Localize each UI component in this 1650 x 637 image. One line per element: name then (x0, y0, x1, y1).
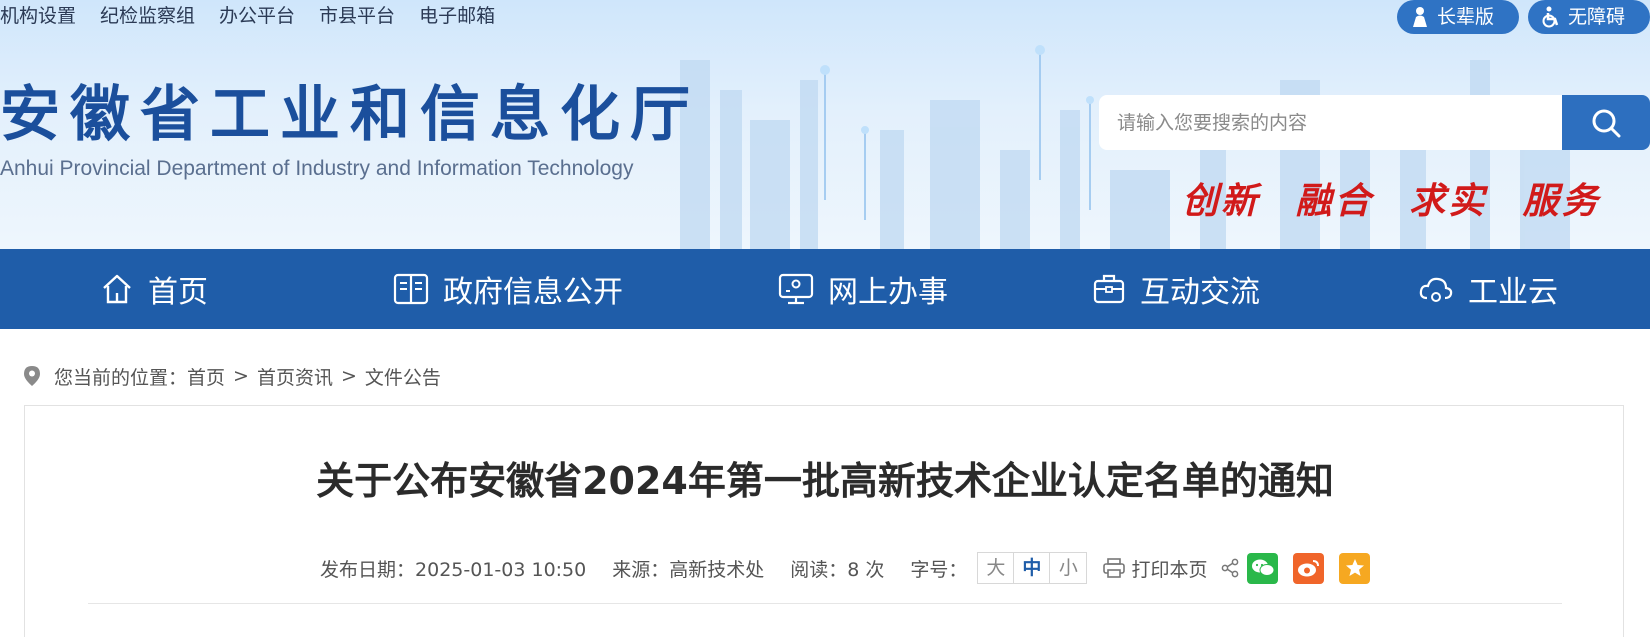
search-icon (1592, 109, 1621, 137)
share-icon (1222, 558, 1239, 578)
book-icon (393, 273, 429, 305)
cloud-gear-icon (1419, 277, 1453, 302)
font-size-medium[interactable]: 中 (1014, 553, 1051, 583)
nav-cloud-label: 工业云 (1468, 275, 1558, 310)
nav-online-label: 网上办事 (828, 275, 948, 310)
article-title: 关于公布安徽省2024年第一批高新技术企业认定名单的通知 (316, 459, 1334, 503)
source-value: 高新技术处 (669, 558, 765, 581)
publish-date-value: 2025-01-03 10:50 (415, 558, 587, 581)
nav-interaction[interactable]: 互动交流 (1092, 249, 1260, 329)
breadcrumb-news[interactable]: 首页资讯 (257, 363, 333, 390)
top-link-office[interactable]: 办公平台 (219, 2, 295, 30)
accessibility-button[interactable]: 无障碍 (1528, 0, 1650, 34)
weibo-icon (1297, 560, 1319, 577)
nav-home-label: 首页 (148, 275, 208, 310)
breadcrumb-separator: > (340, 365, 357, 387)
main-navigation: 首页 政府信息公开 网上办事 互动交流 工业云 (0, 249, 1650, 329)
font-size-label: 字号： (910, 558, 968, 581)
publish-date-label: 发布日期： (320, 558, 416, 581)
breadcrumb: 您当前的位置： 首页 > 首页资讯 > 文件公告 (24, 362, 441, 390)
nav-gov-info[interactable]: 政府信息公开 (393, 249, 623, 329)
location-pin-icon (24, 366, 40, 386)
site-slogan: 创新 融合 求实 服务 (1182, 180, 1601, 222)
nav-online-services[interactable]: 网上办事 (778, 249, 948, 329)
nav-gov-info-label: 政府信息公开 (443, 275, 623, 310)
top-link-county[interactable]: 市县平台 (319, 2, 395, 30)
article-source: 来源：高新技术处 (612, 555, 764, 582)
font-size-large[interactable]: 大 (978, 553, 1015, 583)
search-input[interactable] (1099, 95, 1562, 150)
elder-mode-button[interactable]: 长辈版 (1397, 0, 1519, 34)
nav-home[interactable]: 首页 (100, 249, 208, 329)
views-value: 8 次 (847, 558, 885, 581)
breadcrumb-notices[interactable]: 文件公告 (365, 363, 441, 390)
font-size-small[interactable]: 小 (1050, 553, 1086, 583)
site-subtitle: Anhui Provincial Department of Industry … (0, 157, 634, 180)
printer-icon (1103, 558, 1126, 578)
breadcrumb-separator: > (233, 365, 249, 387)
elder-mode-label: 长辈版 (1437, 6, 1495, 28)
search-button[interactable] (1562, 95, 1650, 150)
source-label: 来源： (612, 558, 670, 581)
share-wechat-button[interactable] (1247, 552, 1279, 584)
monitor-icon (778, 273, 814, 305)
site-title: 安徽省工业和信息化厅 (0, 80, 700, 150)
print-button[interactable]: 打印本页 (1103, 555, 1207, 582)
star-icon (1345, 559, 1364, 576)
publish-date: 发布日期：2025-01-03 10:50 (320, 555, 586, 582)
article-meta: 发布日期：2025-01-03 10:50 来源：高新技术处 阅读：8 次 字号… (320, 551, 1385, 585)
breadcrumb-home[interactable]: 首页 (187, 363, 225, 390)
top-utility-links: 机构设置 纪检监察组 办公平台 市县平台 电子邮箱 (0, 2, 519, 30)
nav-industrial-cloud[interactable]: 工业云 (1418, 249, 1558, 329)
print-label: 打印本页 (1131, 558, 1208, 581)
top-link-discipline[interactable]: 纪检监察组 (100, 2, 195, 30)
wheelchair-icon (1542, 6, 1559, 28)
wechat-icon (1251, 559, 1275, 576)
top-link-org[interactable]: 机构设置 (0, 2, 76, 30)
accessibility-label: 无障碍 (1568, 6, 1626, 28)
elder-person-icon (1413, 7, 1427, 27)
meta-divider (88, 603, 1562, 604)
favorite-button[interactable] (1339, 552, 1371, 584)
view-count: 阅读：8 次 (790, 555, 884, 582)
share-weibo-button[interactable] (1293, 552, 1325, 584)
briefcase-icon (1093, 274, 1125, 304)
font-size-selector: 大 中 小 (977, 552, 1088, 584)
home-icon (103, 274, 131, 304)
top-link-email[interactable]: 电子邮箱 (419, 2, 495, 30)
views-label: 阅读： (790, 558, 848, 581)
nav-interaction-label: 互动交流 (1140, 275, 1260, 310)
breadcrumb-prefix: 您当前的位置： (54, 366, 188, 389)
